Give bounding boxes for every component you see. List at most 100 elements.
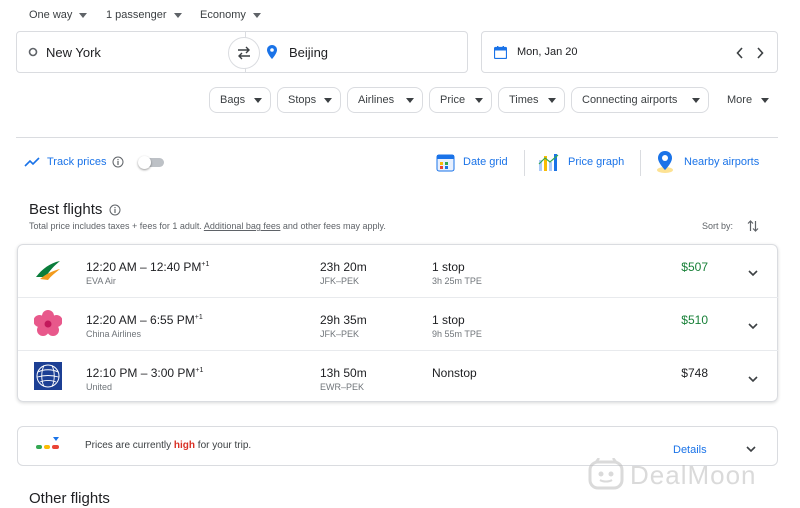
- best-flights-title: Best flights: [29, 201, 103, 218]
- track-prices: Track prices: [24, 156, 124, 168]
- flight-price: $510: [681, 313, 708, 327]
- sort-button[interactable]: [747, 219, 759, 238]
- next-day-indicator: +1: [195, 367, 204, 374]
- details-link[interactable]: Details: [673, 440, 707, 458]
- flight-row[interactable]: 12:10 PM – 3:00 PM+1 United 13h 50m EWR–…: [18, 351, 778, 403]
- next-day-indicator: +1: [194, 314, 203, 321]
- filter-price[interactable]: Price: [429, 87, 492, 113]
- filter-bags[interactable]: Bags: [209, 87, 271, 113]
- chevron-left-icon: [736, 47, 743, 59]
- cabin-select[interactable]: Economy: [200, 8, 261, 22]
- flight-time-range: 12:20 AM – 6:55 PM: [86, 313, 195, 327]
- other-flights-title: Other flights: [29, 490, 110, 507]
- insight-prefix: Prices are currently: [85, 440, 174, 451]
- destination-value: Beijing: [289, 44, 329, 60]
- dropdown-arrow-icon: [548, 97, 556, 103]
- expand-button[interactable]: [748, 371, 758, 389]
- info-icon[interactable]: [112, 156, 124, 168]
- eva-air-logo-icon: [36, 261, 60, 280]
- filter-stops[interactable]: Stops: [277, 87, 341, 113]
- dropdown-arrow-icon: [252, 12, 261, 18]
- filter-label: Stops: [288, 94, 317, 106]
- previous-date-button[interactable]: [736, 46, 744, 64]
- date-grid-label: Date grid: [463, 156, 508, 168]
- swap-arrows-icon: [238, 46, 250, 60]
- bag-fees-link[interactable]: Additional bag fees: [204, 221, 281, 231]
- flight-time-range: 12:10 PM – 3:00 PM: [86, 366, 196, 380]
- filter-label: Price: [440, 94, 466, 106]
- section-divider: [16, 137, 778, 138]
- price-level-icon: [36, 437, 59, 449]
- dropdown-arrow-icon: [406, 97, 414, 103]
- filter-times[interactable]: Times: [498, 87, 565, 113]
- dropdown-arrow-icon: [254, 97, 262, 103]
- flight-times: 12:20 AM – 6:55 PM+1: [86, 313, 203, 327]
- chevron-down-icon: [748, 270, 758, 277]
- trip-type-select[interactable]: One way: [29, 8, 88, 22]
- flight-price: $507: [681, 260, 708, 274]
- filter-airlines[interactable]: Airlines: [347, 87, 423, 113]
- filter-label: Times: [509, 94, 539, 106]
- plum-blossom-logo-icon: [33, 310, 63, 336]
- destination-field[interactable]: Beijing: [267, 44, 328, 60]
- passengers-value: 1 passenger: [106, 9, 167, 21]
- globe-logo-icon: [34, 362, 62, 390]
- flight-price: $748: [681, 366, 708, 380]
- airline-name: EVA Air: [86, 276, 116, 286]
- china-airlines-logo: [33, 310, 63, 336]
- origin-field[interactable]: New York: [28, 44, 101, 60]
- location-pin-icon: [267, 45, 277, 59]
- price-note-suffix: and other fees may apply.: [280, 221, 386, 231]
- nearby-airports-button[interactable]: Nearby airports: [655, 150, 759, 174]
- filter-label: Airlines: [358, 94, 395, 106]
- price-graph-label: Price graph: [568, 156, 625, 168]
- dropdown-arrow-icon: [761, 97, 769, 103]
- flight-stops: 1 stop: [432, 313, 465, 327]
- origin-value: New York: [46, 44, 101, 60]
- next-date-button[interactable]: [756, 46, 764, 64]
- date-grid-button[interactable]: Date grid: [436, 152, 508, 172]
- filter-label: Connecting airports: [582, 94, 678, 106]
- flight-layover: 9h 55m TPE: [432, 329, 482, 339]
- flight-route: EWR–PEK: [320, 382, 365, 392]
- filter-connecting-airports[interactable]: Connecting airports: [571, 87, 709, 113]
- calendar-icon: [494, 45, 507, 59]
- flight-times: 12:10 PM – 3:00 PM+1: [86, 366, 203, 380]
- price-graph-button[interactable]: Price graph: [538, 152, 624, 172]
- flight-row[interactable]: 12:20 AM – 12:40 PM+1 EVA Air 23h 20m JF…: [18, 245, 778, 297]
- track-prices-label: Track prices: [47, 156, 107, 168]
- dropdown-arrow-icon: [475, 97, 483, 103]
- flight-time-range: 12:20 AM – 12:40 PM: [86, 260, 202, 274]
- price-note: Total price includes taxes + fees for 1 …: [29, 221, 386, 231]
- insight-level: high: [173, 440, 196, 451]
- flight-duration: 29h 35m: [320, 313, 367, 327]
- flight-route: JFK–PEK: [320, 276, 360, 286]
- dealmoon-logo-icon: [588, 458, 624, 490]
- trending-up-icon: [24, 157, 40, 167]
- chevron-right-icon: [757, 47, 764, 59]
- flight-layover: 3h 25m TPE: [432, 276, 482, 286]
- price-note-prefix: Total price includes taxes + fees for 1 …: [29, 221, 204, 231]
- filter-more[interactable]: More: [716, 87, 778, 113]
- flight-stops: Nonstop: [432, 366, 477, 380]
- expand-button[interactable]: [748, 265, 758, 283]
- dropdown-arrow-icon: [173, 12, 182, 18]
- filter-label: Bags: [220, 94, 246, 106]
- airline-name: United: [86, 382, 113, 392]
- flight-route: JFK–PEK: [320, 329, 360, 339]
- insight-expand-button[interactable]: [746, 441, 756, 459]
- passengers-select[interactable]: 1 passenger: [106, 8, 182, 22]
- watermark: DealMoon: [588, 458, 757, 492]
- swap-button[interactable]: [228, 37, 260, 69]
- origin-circle-icon: [28, 47, 38, 57]
- dropdown-arrow-icon: [324, 97, 333, 103]
- flight-row[interactable]: 12:20 AM – 6:55 PM+1 China Airlines 29h …: [18, 298, 778, 350]
- insight-suffix: for your trip.: [195, 440, 252, 451]
- flight-times: 12:20 AM – 12:40 PM+1: [86, 260, 209, 274]
- expand-button[interactable]: [748, 318, 758, 336]
- track-prices-toggle[interactable]: [138, 156, 164, 169]
- flight-duration: 13h 50m: [320, 366, 367, 380]
- flight-duration: 23h 20m: [320, 260, 367, 274]
- info-icon[interactable]: [109, 204, 121, 216]
- chevron-down-icon: [748, 323, 758, 330]
